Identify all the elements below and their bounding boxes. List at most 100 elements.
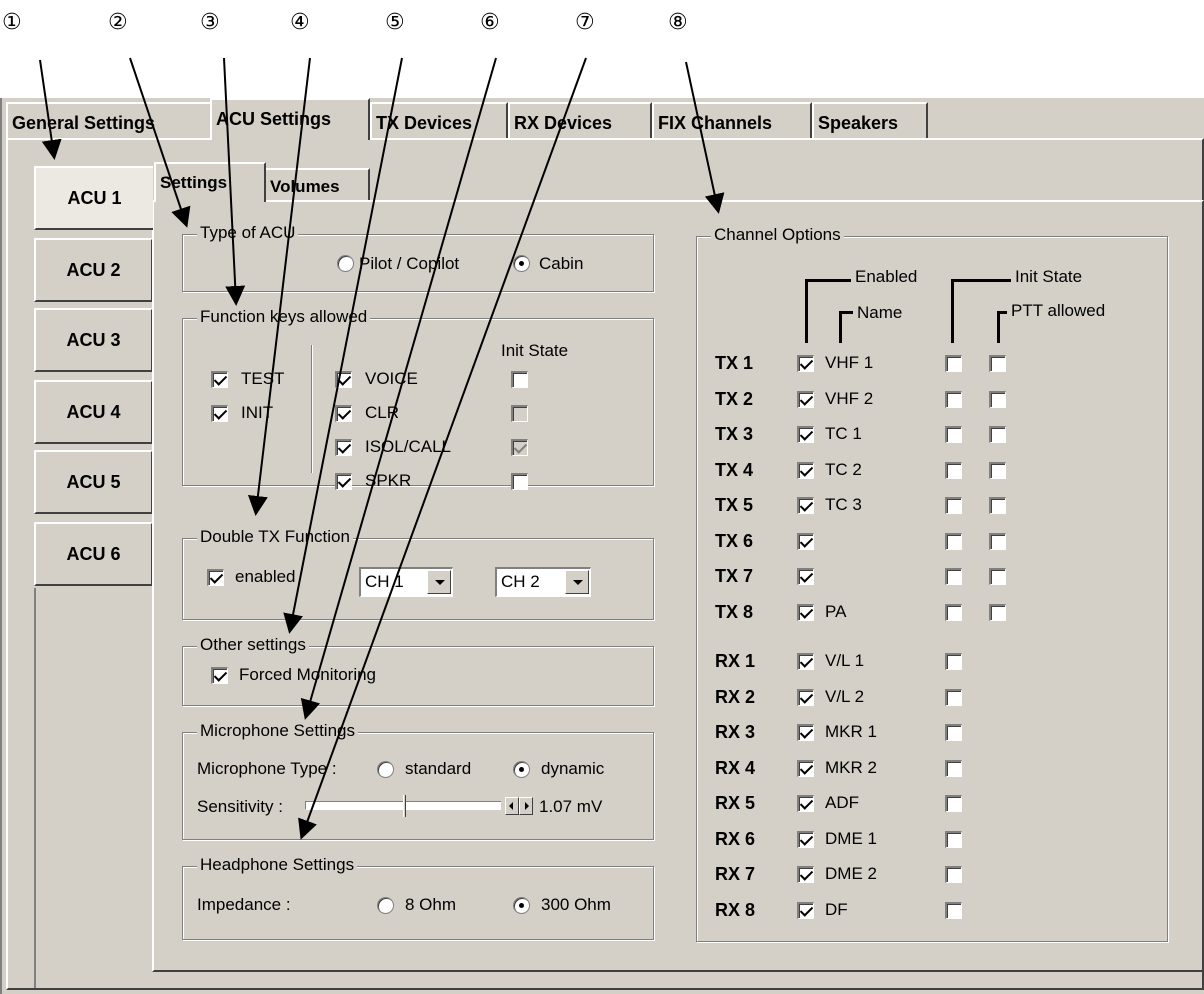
- test-checkbox[interactable]: [211, 371, 228, 388]
- chevron-down-icon[interactable]: [565, 570, 589, 594]
- tx-5-init-state-checkbox[interactable]: [945, 497, 962, 514]
- 300-ohm-radio[interactable]: [513, 897, 530, 914]
- sensitivity-slider-thumb[interactable]: [403, 795, 406, 817]
- rx-2-id: RX 2: [715, 686, 756, 707]
- voice-init-checkbox[interactable]: [511, 371, 528, 388]
- rx-1-enabled-checkbox[interactable]: [797, 653, 814, 670]
- tx-2-enabled-checkbox[interactable]: [797, 390, 814, 408]
- rx-3-enabled-checkbox[interactable]: [797, 724, 814, 741]
- dynamic-radio[interactable]: [513, 761, 530, 778]
- tab-acu-settings[interactable]: ACU Settings: [210, 98, 370, 140]
- cabin-label: Cabin: [539, 254, 584, 273]
- double-tx-channel-a-select[interactable]: CH 1: [359, 567, 453, 597]
- init-checkbox[interactable]: [211, 405, 228, 422]
- rx-5-enabled-checkbox[interactable]: [797, 795, 814, 812]
- chevron-down-icon[interactable]: [427, 570, 451, 594]
- rx-7-name: DME 2: [825, 864, 877, 883]
- acu-3-button[interactable]: ACU 3: [34, 308, 153, 372]
- tx-8-enabled-checkbox[interactable]: [797, 603, 814, 621]
- headphone-settings-group: Headphone Settings Impedance : 8 Ohm 300…: [182, 855, 654, 940]
- tx-6-init-state-checkbox[interactable]: [945, 532, 962, 550]
- tx-1-enabled-checkbox[interactable]: [797, 355, 814, 372]
- tab-tx-devices[interactable]: TX Devices: [370, 102, 508, 140]
- acu-2-button[interactable]: ACU 2: [34, 238, 153, 302]
- rx-6-enabled-checkbox[interactable]: [797, 830, 814, 848]
- rx-3-id: RX 3: [715, 722, 756, 742]
- rx-5-id: RX 5: [715, 793, 756, 813]
- rx-3-init-state-checkbox[interactable]: [945, 724, 962, 741]
- rx-2-init-state-checkbox[interactable]: [945, 688, 962, 706]
- voice-label: VOICE: [365, 369, 418, 388]
- tx-4-enabled-checkbox[interactable]: [797, 461, 814, 479]
- acu-4-button[interactable]: ACU 4: [34, 380, 153, 444]
- rx-5-init-state-checkbox[interactable]: [945, 795, 962, 812]
- acu-1-button[interactable]: ACU 1: [34, 166, 153, 230]
- annotation-5: ⑤: [385, 10, 405, 35]
- tx-5-enabled-checkbox[interactable]: [797, 497, 814, 514]
- function-keys-group: Function keys allowed Init State TEST IN…: [182, 307, 654, 490]
- annotation-6: ⑥: [480, 10, 500, 35]
- tx-7-ptt-checkbox[interactable]: [989, 568, 1006, 585]
- rx-4-enabled-checkbox[interactable]: [797, 759, 814, 777]
- rx-1-init-state-checkbox[interactable]: [945, 653, 962, 670]
- tx-5-ptt-checkbox[interactable]: [989, 497, 1006, 514]
- tx-7-init-state-checkbox[interactable]: [945, 568, 962, 585]
- tab-speakers[interactable]: Speakers: [812, 102, 928, 140]
- subtab-volumes[interactable]: Volumes: [264, 168, 370, 202]
- tx-6-enabled-checkbox[interactable]: [797, 532, 814, 550]
- cabin-radio[interactable]: [513, 255, 530, 272]
- tab-general-settings[interactable]: General Settings: [6, 102, 212, 140]
- pilot-copilot-radio[interactable]: [337, 255, 354, 272]
- spkr-init-checkbox[interactable]: [511, 473, 528, 490]
- tx-1-init-state-checkbox[interactable]: [945, 355, 962, 372]
- 8-ohm-radio[interactable]: [377, 897, 394, 914]
- tab-rx-devices[interactable]: RX Devices: [508, 102, 652, 140]
- spkr-checkbox[interactable]: [335, 473, 352, 490]
- clr-checkbox[interactable]: [335, 405, 352, 422]
- chevron-right-icon[interactable]: [519, 797, 533, 815]
- clr-label: CLR: [365, 403, 400, 422]
- tx-8-id: TX 8: [715, 601, 754, 622]
- init-state-label: Init State: [501, 341, 569, 360]
- subtab-settings[interactable]: Settings: [154, 162, 266, 202]
- spkr-label: SPKR: [365, 471, 412, 490]
- forced-monitoring-checkbox[interactable]: [211, 667, 228, 684]
- tx-3-enabled-checkbox[interactable]: [797, 426, 814, 443]
- tx-3-init-state-checkbox[interactable]: [945, 426, 962, 443]
- tx-7-enabled-checkbox[interactable]: [797, 568, 814, 585]
- double-tx-channel-b-select[interactable]: CH 2: [495, 567, 591, 597]
- settings-window: General Settings ACU Settings TX Devices…: [0, 57, 1204, 994]
- ptt-bracket: [997, 311, 1007, 343]
- isol-call-checkbox[interactable]: [335, 439, 352, 456]
- forced-monitoring-label: Forced Monitoring: [239, 665, 377, 684]
- standard-radio[interactable]: [377, 761, 394, 778]
- acu-6-button[interactable]: ACU 6: [34, 522, 153, 586]
- chevron-left-icon[interactable]: [505, 797, 519, 815]
- acu-5-button[interactable]: ACU 5: [34, 450, 153, 514]
- rx-4-init-state-checkbox[interactable]: [945, 759, 962, 777]
- tx-2-init-state-checkbox[interactable]: [945, 390, 962, 408]
- tx-3-ptt-checkbox[interactable]: [989, 426, 1006, 443]
- sensitivity-slider[interactable]: [305, 795, 501, 817]
- tx-2-ptt-checkbox[interactable]: [989, 390, 1006, 408]
- tx-5-name: TC 3: [825, 495, 862, 514]
- headphone-settings-title: Headphone Settings: [197, 855, 358, 875]
- type-of-acu-title: Type of ACU: [197, 223, 299, 243]
- double-tx-channel-a-value: CH 1: [365, 572, 404, 591]
- tx-8-init-state-checkbox[interactable]: [945, 603, 962, 621]
- rx-6-init-state-checkbox[interactable]: [945, 830, 962, 848]
- rx-8-init-state-checkbox[interactable]: [945, 901, 962, 919]
- tab-fix-channels[interactable]: FIX Channels: [652, 102, 812, 140]
- tx-4-init-state-checkbox[interactable]: [945, 461, 962, 479]
- rx-8-enabled-checkbox[interactable]: [797, 901, 814, 919]
- tx-4-ptt-checkbox[interactable]: [989, 461, 1006, 479]
- rx-7-enabled-checkbox[interactable]: [797, 866, 814, 883]
- tx-8-ptt-checkbox[interactable]: [989, 603, 1006, 621]
- voice-checkbox[interactable]: [335, 371, 352, 388]
- tx-6-ptt-checkbox[interactable]: [989, 532, 1006, 550]
- rx-4-id: RX 4: [715, 757, 756, 778]
- rx-7-init-state-checkbox[interactable]: [945, 866, 962, 883]
- rx-2-enabled-checkbox[interactable]: [797, 688, 814, 706]
- double-tx-enabled-checkbox[interactable]: [207, 569, 224, 586]
- tx-1-ptt-checkbox[interactable]: [989, 355, 1006, 372]
